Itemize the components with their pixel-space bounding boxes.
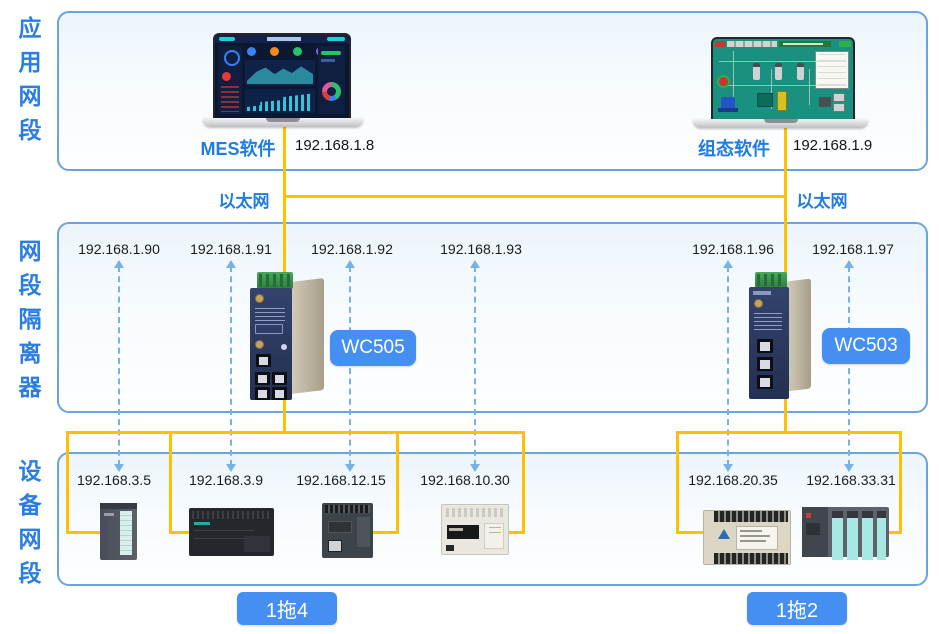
ethernet-line-bridge [283, 195, 787, 198]
group-left-badge: 1拖4 [237, 592, 337, 625]
ethernet-label-left: 以太网 [219, 187, 270, 212]
wc505-model-badge: WC505 [330, 330, 416, 366]
scada-software-label: 组态软件 [698, 135, 770, 161]
isolator-ip-1: 192.168.1.90 [78, 241, 160, 257]
mapping-arrow-1 [114, 266, 124, 466]
isolator-ip-6: 192.168.1.97 [812, 241, 894, 257]
mes-laptop-image [203, 30, 363, 130]
drop-left-1-v [66, 431, 69, 534]
mes-software-label: MES软件 [200, 135, 275, 161]
device-ip-2: 192.168.3.9 [189, 472, 263, 488]
group-right-badge: 1拖2 [747, 592, 847, 625]
wc505-device-image [247, 272, 327, 402]
device-segment-title: 设备网段 [16, 459, 39, 595]
mapping-arrow-5 [723, 266, 733, 466]
isolator-ip-5: 192.168.1.96 [692, 241, 774, 257]
isolator-ip-3: 192.168.1.92 [311, 241, 393, 257]
device-bus-right [676, 431, 902, 434]
mapping-arrow-3 [345, 266, 355, 466]
scada-laptop-image [693, 35, 868, 131]
wc503-model-badge: WC503 [822, 328, 910, 364]
device-ip-5: 192.168.20.35 [688, 472, 778, 488]
drop-right-2-v [899, 431, 902, 534]
wc503-device-image [747, 272, 813, 402]
mapping-arrow-4 [470, 266, 480, 466]
mitsubishi-fx-plc-image [441, 504, 509, 555]
isolator-segment-title: 网段隔离器 [16, 239, 39, 409]
isolator-ip-4: 192.168.1.93 [440, 241, 522, 257]
mitsubishi-q-series-plc-image [802, 507, 889, 557]
scada-ip-label: 192.168.1.9 [793, 137, 872, 154]
device-ip-1: 192.168.3.5 [77, 472, 151, 488]
siemens-s7-200-plc-image [189, 508, 274, 556]
device-ip-6: 192.168.33.31 [806, 472, 896, 488]
mes-ip-label: 192.168.1.8 [295, 137, 374, 154]
compact-plc-image [322, 503, 373, 558]
network-topology-diagram: 应用网段 网段隔离器 设备网段 192.168.1.90 192.168.1.9… [0, 0, 939, 634]
siemens-s7-300-plc-image [100, 503, 137, 560]
device-bus-left [66, 431, 525, 434]
mapping-arrow-2 [226, 266, 236, 466]
device-ip-4: 192.168.10.30 [420, 472, 510, 488]
ethernet-label-right: 以太网 [797, 187, 848, 212]
drop-right-1-v [676, 431, 679, 534]
device-ip-3: 192.168.12.15 [296, 472, 386, 488]
drop-left-1-h [66, 531, 103, 534]
drop-left-4-v [522, 431, 525, 534]
drop-left-2-v [169, 431, 172, 534]
drop-left-3-v [396, 431, 399, 534]
application-segment-title: 应用网段 [16, 16, 39, 152]
isolator-ip-2: 192.168.1.91 [190, 241, 272, 257]
mapping-arrow-6 [844, 266, 854, 466]
delta-plc-image [703, 510, 791, 565]
